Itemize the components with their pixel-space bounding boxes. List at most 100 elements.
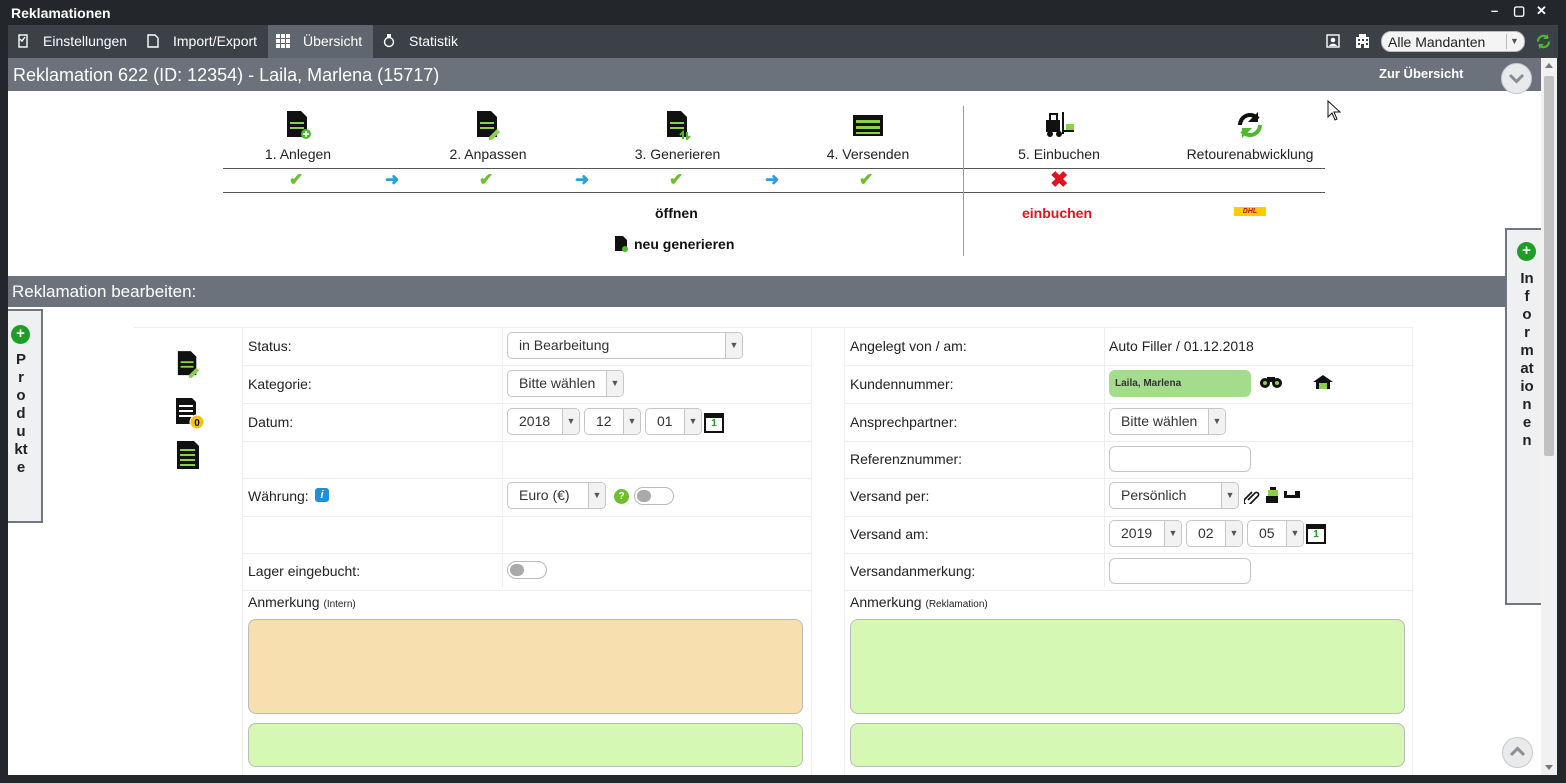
customer-home-icon[interactable] [1312, 374, 1334, 390]
form-divider [844, 327, 845, 775]
form-border [1412, 327, 1413, 775]
scroll-down-arrow-icon[interactable] [1545, 765, 1553, 770]
reference-number-input[interactable] [1109, 446, 1251, 472]
step-label: 3. Generieren [634, 146, 721, 162]
form-divider [502, 327, 503, 587]
arrow-right-icon: ➜ [575, 170, 590, 189]
window-titlebar: Reklamationen – ▢ ✕ [0, 0, 1566, 25]
currency-label: Währung: [248, 488, 309, 504]
step-versenden[interactable]: 4. Versenden [818, 110, 918, 162]
dhl-logo[interactable]: DHL [1234, 207, 1266, 216]
chevron-down-icon: ▼ [684, 409, 701, 434]
section-title: Reklamation bearbeiten: [12, 282, 197, 301]
workflow-divider [963, 106, 964, 256]
step-anpassen[interactable]: 2. Anpassen [438, 110, 538, 162]
minimize-icon[interactable]: – [1491, 3, 1498, 18]
maximize-icon[interactable]: ▢ [1513, 3, 1525, 19]
back-to-overview-link[interactable]: Zur Übersicht [1379, 66, 1464, 81]
shipping-label-icon[interactable] [1284, 490, 1300, 500]
complaint-note-label-sub: (Reklamation) [925, 599, 988, 610]
status-label: Status: [248, 338, 292, 354]
document-generate-icon [615, 236, 628, 252]
document-edit-icon[interactable] [176, 349, 200, 379]
complaint-note-extra-textarea[interactable] [850, 723, 1405, 767]
shipping-day-select[interactable]: 05 ▼ [1247, 520, 1304, 547]
menu-item-label: Import/Export [173, 33, 258, 49]
currency-toggle[interactable] [634, 487, 674, 505]
products-side-tab[interactable]: + Produkte [8, 309, 43, 523]
menu-item-uebersicht[interactable]: Übersicht [268, 25, 373, 58]
vertical-scrollbar[interactable] [1541, 58, 1557, 775]
stock-booked-toggle[interactable] [507, 561, 547, 579]
mandant-select[interactable]: Alle Mandanten ▼ [1381, 31, 1525, 52]
menu-item-statistik[interactable]: Statistik [374, 25, 469, 58]
internal-note-label-sub: (Intern) [323, 599, 356, 610]
row-divider [844, 478, 1413, 479]
collapse-button[interactable] [1501, 63, 1532, 94]
check-icon: ✔ [669, 170, 684, 189]
page-header: Reklamation 622 (ID: 12354) - Laila, Mar… [8, 58, 1541, 94]
row-divider [844, 553, 1413, 554]
company-building-icon[interactable] [1355, 34, 1370, 48]
internal-note-extra-textarea[interactable] [248, 723, 803, 767]
stock-booked-label: Lager eingebucht: [248, 563, 361, 579]
form-divider [242, 327, 243, 775]
chevron-down-icon: ▼ [588, 483, 605, 508]
step-generieren[interactable]: 3. Generieren [620, 110, 735, 162]
internal-note-textarea[interactable] [248, 619, 803, 714]
shipping-month-select[interactable]: 02 ▼ [1186, 520, 1243, 547]
package-stack-icon[interactable] [1264, 487, 1280, 504]
step-retourenabwicklung[interactable]: Retourenabwicklung [1180, 110, 1320, 162]
shipping-method-select[interactable]: Persönlich ▼ [1109, 482, 1239, 509]
complaint-note-label: Anmerkung (Reklamation) [850, 594, 988, 610]
book-in-link[interactable]: einbuchen [1022, 205, 1092, 221]
menu-item-import-export[interactable]: Import/Export [138, 25, 267, 58]
shipping-method-label: Versand per: [850, 488, 930, 504]
step-einbuchen[interactable]: 5. Einbuchen [1009, 110, 1109, 162]
row-divider [844, 516, 1413, 517]
binoculars-icon[interactable] [1259, 375, 1283, 389]
info-icon[interactable]: i [315, 488, 329, 502]
menu-item-einstellungen[interactable]: Einstellungen [8, 25, 137, 58]
mandant-select-value: Alle Mandanten [1388, 34, 1486, 50]
complaint-note-label-text: Anmerkung [850, 594, 922, 610]
refresh-icon[interactable] [1535, 33, 1552, 50]
window-title: Reklamationen [11, 5, 111, 21]
document-generate-icon [666, 111, 691, 140]
calendar-icon[interactable]: 1 [704, 413, 724, 433]
paperclip-icon[interactable] [1244, 489, 1260, 504]
scroll-up-arrow-icon[interactable] [1545, 63, 1553, 68]
open-link[interactable]: öffnen [655, 205, 698, 221]
calendar-icon[interactable]: 1 [1306, 524, 1326, 544]
user-profile-icon[interactable] [1326, 34, 1340, 48]
document-list-icon[interactable]: 0 [174, 397, 206, 431]
chevron-up-icon [1509, 746, 1526, 757]
send-tray-icon [853, 115, 883, 136]
date-day-select[interactable]: 01 ▼ [645, 408, 702, 435]
currency-select-value: Euro (€) [519, 487, 570, 503]
customer-field[interactable]: Laila, Marlena [1109, 370, 1251, 397]
contact-person-select[interactable]: Bitte wählen ▼ [1109, 408, 1226, 435]
help-icon[interactable]: ? [614, 489, 629, 504]
regenerate-link[interactable]: neu generieren [634, 236, 734, 252]
close-icon[interactable]: ✕ [1536, 3, 1547, 19]
shipping-note-input[interactable] [1109, 558, 1251, 584]
step-label: 5. Einbuchen [1018, 146, 1100, 162]
step-label: 1. Anlegen [264, 146, 332, 162]
row-divider [844, 441, 1413, 442]
step-anlegen[interactable]: 1. Anlegen [248, 110, 348, 162]
date-month-select[interactable]: 12 ▼ [584, 408, 641, 435]
row-divider [844, 590, 1413, 591]
shipping-year-select[interactable]: 2019 ▼ [1109, 520, 1182, 547]
information-side-tab[interactable]: + Informationen [1505, 228, 1541, 605]
documents-count-badge: 0 [194, 418, 200, 429]
category-select[interactable]: Bitte wählen ▼ [507, 370, 624, 397]
currency-select[interactable]: Euro (€) ▼ [507, 482, 606, 509]
status-select[interactable]: in Bearbeitung ▼ [507, 332, 743, 359]
complaint-note-textarea[interactable] [850, 619, 1405, 714]
date-year-select[interactable]: 2018 ▼ [507, 408, 580, 435]
scroll-to-top-button[interactable] [1502, 737, 1533, 768]
document-text-icon[interactable] [176, 440, 200, 470]
scrollbar-thumb[interactable] [1544, 76, 1554, 456]
chevron-down-icon: ▼ [1164, 521, 1181, 546]
